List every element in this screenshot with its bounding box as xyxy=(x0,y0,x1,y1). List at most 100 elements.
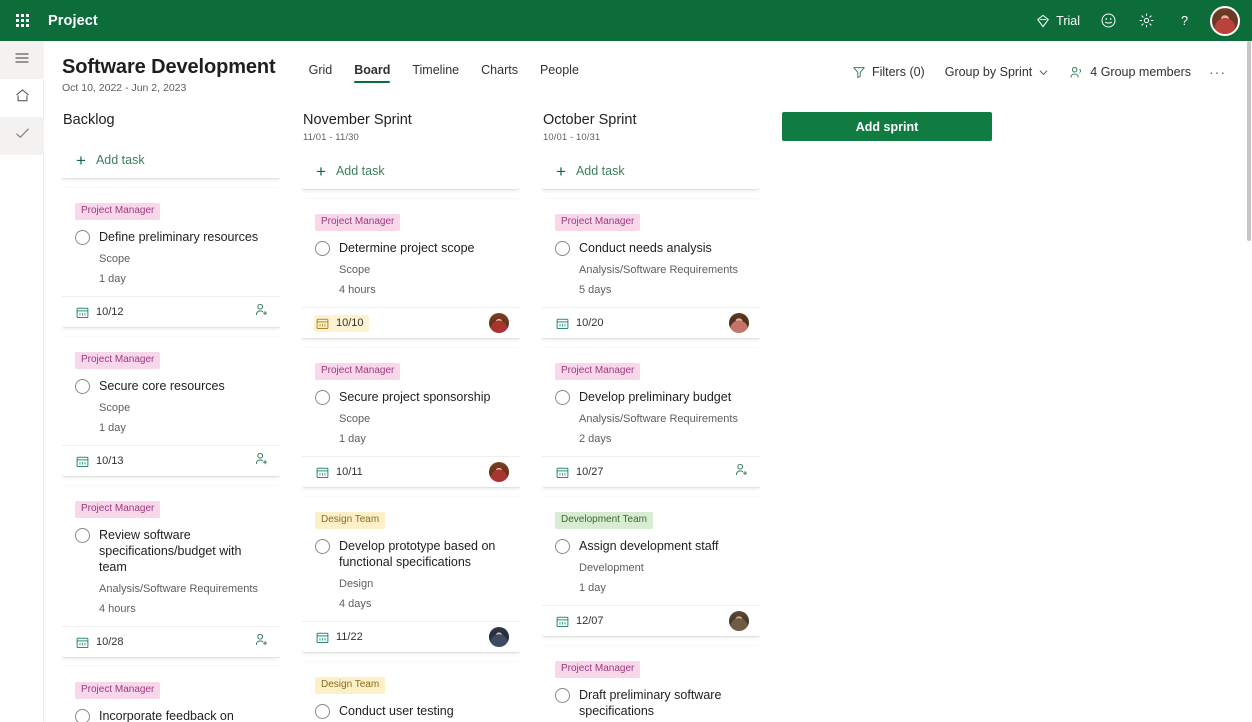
task-date: 10/12 xyxy=(96,306,124,318)
avatar[interactable] xyxy=(1210,5,1240,36)
filter-icon xyxy=(852,65,866,79)
assign-person-icon[interactable] xyxy=(254,632,269,652)
task-complete-toggle[interactable] xyxy=(315,539,330,554)
task-complete-toggle[interactable] xyxy=(555,688,570,703)
task-complete-toggle[interactable] xyxy=(315,241,330,256)
task-card[interactable]: Project Manager Define preliminary resou… xyxy=(62,188,280,327)
task-complete-toggle[interactable] xyxy=(315,704,330,719)
task-card[interactable]: Design Team Develop prototype based on f… xyxy=(302,497,520,652)
task-card[interactable]: Project Manager Secure project sponsorsh… xyxy=(302,348,520,487)
task-assignee-avatar[interactable] xyxy=(489,627,509,647)
task-row: Conduct needs analysis xyxy=(555,240,747,256)
task-complete-toggle[interactable] xyxy=(555,390,570,405)
question-mark-icon[interactable]: ? xyxy=(1166,0,1202,41)
tab-grid[interactable]: Grid xyxy=(298,59,344,86)
vertical-scrollbar[interactable] xyxy=(1246,41,1252,722)
task-tag: Project Manager xyxy=(555,363,641,380)
task-complete-toggle[interactable] xyxy=(75,709,90,722)
task-complete-toggle[interactable] xyxy=(75,230,90,245)
task-bucket: Development xyxy=(579,562,644,574)
task-date: 10/10 xyxy=(336,317,364,329)
card-footer: 12/07 xyxy=(542,605,760,636)
task-assignee-avatar[interactable] xyxy=(729,313,749,333)
task-card[interactable]: Project Manager Secure core resources Sc… xyxy=(62,337,280,476)
menu-toggle-button[interactable] xyxy=(0,41,44,79)
add-sprint-column: Add sprint xyxy=(782,110,992,141)
task-card[interactable]: Project Manager Incorporate feedback on … xyxy=(62,667,280,722)
more-options-button[interactable]: ··· xyxy=(1203,59,1232,85)
smiley-icon[interactable] xyxy=(1090,0,1126,41)
task-assignee-avatar[interactable] xyxy=(729,611,749,631)
scrollbar-thumb[interactable] xyxy=(1247,41,1251,241)
trial-label: Trial xyxy=(1056,13,1080,28)
task-tag: Project Manager xyxy=(315,214,401,231)
task-card[interactable]: Project Manager Draft preliminary softwa… xyxy=(542,646,760,722)
home-icon xyxy=(14,87,31,109)
add-task-button[interactable]: + Add task xyxy=(302,153,520,189)
assign-person-icon[interactable] xyxy=(254,302,269,322)
task-date-chip[interactable]: 12/07 xyxy=(554,613,609,630)
assign-person-icon[interactable] xyxy=(734,462,749,482)
task-card[interactable]: Project Manager Determine project scope … xyxy=(302,199,520,338)
task-card[interactable]: Project Manager Conduct needs analysis A… xyxy=(542,199,760,338)
add-task-button[interactable]: + Add task xyxy=(542,153,760,189)
task-date-chip[interactable]: 10/12 xyxy=(74,304,129,321)
tab-board[interactable]: Board xyxy=(343,59,401,86)
task-date-chip[interactable]: 10/20 xyxy=(554,315,609,332)
column-cards: + Add task Project Manager Determine pro… xyxy=(302,153,520,722)
task-date-chip[interactable]: 10/10 xyxy=(314,314,369,332)
task-name: Determine project scope xyxy=(339,241,475,255)
task-complete-toggle[interactable] xyxy=(75,528,90,543)
task-complete-toggle[interactable] xyxy=(75,379,90,394)
task-card[interactable]: Development Team Assign development staf… xyxy=(542,497,760,636)
task-date-chip[interactable]: 10/28 xyxy=(74,634,129,651)
main-content: Software Development Oct 10, 2022 - Jun … xyxy=(44,41,1252,722)
task-date-chip[interactable]: 10/13 xyxy=(74,453,129,470)
task-card[interactable]: Design Team Conduct user testing Design … xyxy=(302,662,520,722)
add-sprint-button[interactable]: Add sprint xyxy=(782,112,992,141)
card-footer: 10/20 xyxy=(542,307,760,338)
task-date-chip[interactable]: 10/27 xyxy=(554,464,609,481)
tab-people[interactable]: People xyxy=(529,59,590,86)
group-by-button[interactable]: Group by Sprint xyxy=(937,60,1058,84)
task-complete-toggle[interactable] xyxy=(555,539,570,554)
my-tasks-button[interactable] xyxy=(0,117,44,155)
plus-icon: + xyxy=(316,161,326,181)
task-duration: 4 hours xyxy=(99,603,136,615)
task-duration: 1 day xyxy=(99,422,126,434)
column-date-range: 10/01 - 10/31 xyxy=(543,132,601,143)
task-assignee-avatar[interactable] xyxy=(489,313,509,333)
filters-button[interactable]: Filters (0) xyxy=(844,60,933,84)
tab-charts[interactable]: Charts xyxy=(470,59,529,86)
command-bar: Filters (0) Group by Sprint 4 Group memb… xyxy=(844,59,1234,85)
task-tag: Design Team xyxy=(315,512,386,529)
task-date: 11/22 xyxy=(336,631,363,643)
card-body: Project Manager Draft preliminary softwa… xyxy=(542,646,760,722)
board-column-backlog: Backlog + Add task Project Manager Defin… xyxy=(62,110,280,722)
task-date-chip[interactable]: 10/11 xyxy=(314,464,368,481)
app-title[interactable]: Project xyxy=(44,13,98,29)
task-assignee-avatar[interactable] xyxy=(489,462,509,482)
suite-bar-actions: Trial ? xyxy=(1028,0,1246,41)
task-date: 12/07 xyxy=(576,615,604,627)
task-row: Secure project sponsorship xyxy=(315,389,507,405)
task-card[interactable]: Project Manager Review software specific… xyxy=(62,486,280,657)
card-footer: 11/22 xyxy=(302,621,520,652)
trial-button[interactable]: Trial xyxy=(1028,0,1088,41)
tab-timeline[interactable]: Timeline xyxy=(401,59,470,86)
app-launcher-icon[interactable] xyxy=(0,0,44,41)
group-members-button[interactable]: 4 Group members xyxy=(1061,60,1199,85)
task-card[interactable]: Project Manager Develop preliminary budg… xyxy=(542,348,760,487)
task-name: Assign development staff xyxy=(579,539,719,553)
assign-person-icon[interactable] xyxy=(254,451,269,471)
add-task-button[interactable]: + Add task xyxy=(62,142,280,178)
task-date-chip[interactable]: 11/22 xyxy=(314,629,368,646)
home-button[interactable] xyxy=(0,79,44,117)
gear-icon[interactable] xyxy=(1128,0,1164,41)
task-tag: Project Manager xyxy=(75,501,161,518)
task-complete-toggle[interactable] xyxy=(315,390,330,405)
title-block: Software Development Oct 10, 2022 - Jun … xyxy=(62,55,298,94)
waffle-grid xyxy=(15,14,29,27)
task-complete-toggle[interactable] xyxy=(555,241,570,256)
task-name: Conduct needs analysis xyxy=(579,241,712,255)
